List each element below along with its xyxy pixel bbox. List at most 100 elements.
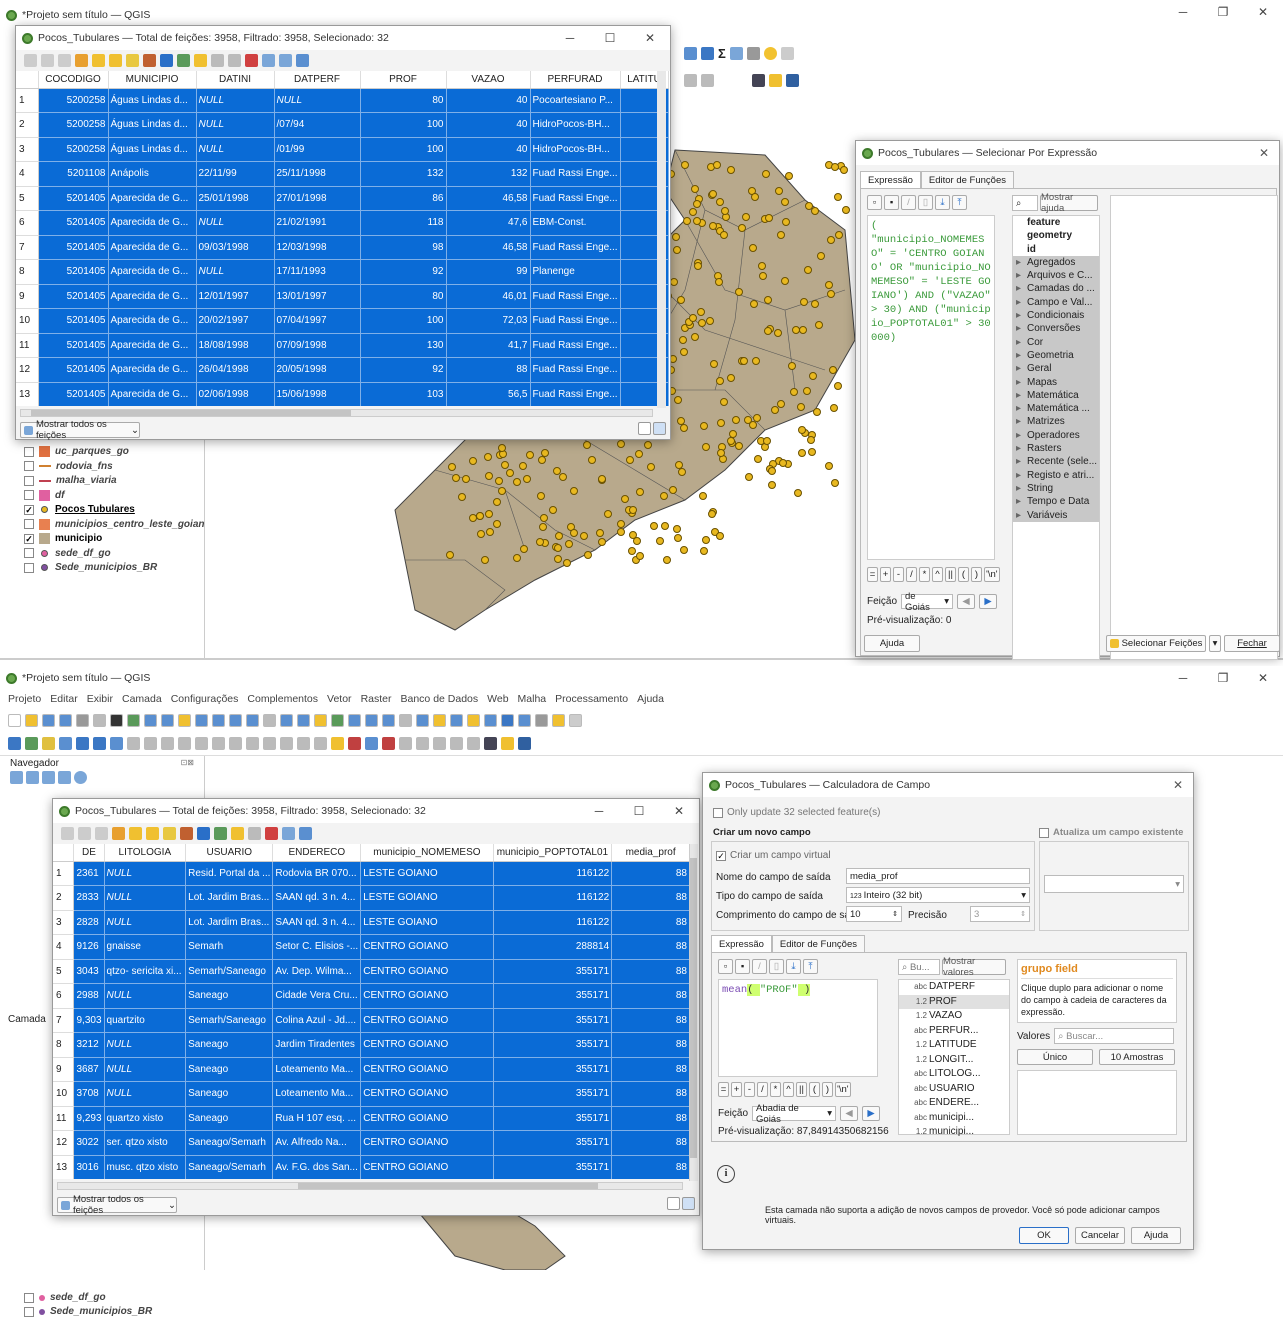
select-expression-icon[interactable] [75, 53, 88, 67]
toolbar-icon[interactable] [399, 713, 412, 727]
table-cell[interactable]: 130 [360, 333, 447, 358]
tab-expression[interactable]: Expressão [860, 171, 921, 189]
help-button[interactable]: Ajuda [864, 635, 920, 652]
field-list[interactable]: abc DATPERF 1.2 PROF 1.2 VAZAO abc PERFUR... 1.2… [898, 979, 1010, 1137]
table-cell[interactable]: 2828 [73, 910, 105, 935]
table-cell[interactable]: NULL [196, 112, 275, 138]
layer-item[interactable]: ✓ municipio [24, 533, 102, 544]
table-cell[interactable]: Águas Lindas d... [108, 88, 197, 113]
function-group[interactable]: Camadas do ... [1013, 282, 1099, 296]
toolbar-icon[interactable] [467, 713, 480, 727]
help-button[interactable]: Ajuda [1131, 1227, 1181, 1244]
search-icon[interactable]: ⌕ [1012, 195, 1038, 211]
table-cell[interactable]: 07/09/1998 [274, 333, 361, 358]
toolbar-icon[interactable] [467, 737, 480, 750]
table-row[interactable]: 3 2828 NULL Lot. Jardim Bras... SAAN qd. 3 n… [53, 910, 690, 935]
column-header[interactable]: DATINI [196, 71, 275, 89]
save-icon[interactable]: ▪ [884, 195, 899, 210]
table-row[interactable]: 9 5201405 Aparecida de G... 12/01/1997 13/01… [16, 284, 669, 309]
layer-checkbox[interactable] [24, 475, 34, 486]
table-row[interactable]: 3 5200258 Águas Lindas d... NULL/01/99 100 40… [16, 137, 669, 162]
delete-field-icon[interactable] [245, 53, 258, 67]
table-cell[interactable]: 88 [611, 1155, 690, 1179]
toolbar-icon[interactable] [212, 713, 225, 727]
table-cell[interactable]: 80 [360, 284, 447, 309]
attr-vertical-scrollbar[interactable] [689, 844, 698, 1181]
table-cell[interactable]: Anápolis [108, 161, 197, 187]
toolbar-icon[interactable] [161, 713, 174, 727]
toolbar-icon[interactable] [433, 737, 446, 750]
row-number[interactable]: 10 [16, 308, 39, 334]
attr-horizontal-scrollbar[interactable] [20, 409, 653, 417]
table-cell[interactable]: Águas Lindas d... [108, 137, 197, 162]
column-header[interactable]: DATPERF [274, 71, 361, 89]
table-cell[interactable]: CENTRO GOIANO [360, 1008, 494, 1033]
function-group[interactable]: Conversões [1013, 322, 1099, 336]
ruler-icon[interactable] [746, 47, 760, 60]
table-row[interactable]: 4 9126 gnaisse Semarh Setor C. Elisios -... C… [53, 934, 690, 960]
row-number[interactable]: 13 [16, 382, 39, 406]
info-icon[interactable] [74, 771, 87, 784]
toolbar-icon[interactable] [76, 713, 89, 727]
toolbar-icon[interactable] [280, 713, 293, 727]
layer-item[interactable]: Sede_municipios_BR [24, 1306, 152, 1317]
table-row[interactable]: 5 3043 qtzo- sericita xi... Semarh/Saneago A… [53, 959, 690, 984]
table-cell[interactable]: Fuad Rassi Enge... [530, 382, 621, 406]
table-cell[interactable]: Fuad Rassi Enge... [530, 186, 621, 211]
table-row[interactable]: 12 5201405 Aparecida de G... 26/04/1998 20/0… [16, 357, 669, 383]
toolbar-icon[interactable] [59, 713, 72, 727]
table-row[interactable]: 8 5201405 Aparecida de G... NULL 17/11/1993 9… [16, 259, 669, 285]
table-cell[interactable]: 18/08/1998 [196, 333, 275, 358]
toolbar-icon[interactable] [501, 713, 514, 727]
row-number[interactable]: 3 [16, 137, 39, 162]
toolbar-icon[interactable] [701, 74, 714, 87]
table-cell[interactable]: 40 [446, 88, 531, 113]
refresh-icon[interactable] [95, 826, 108, 840]
save-icon[interactable] [41, 53, 54, 67]
function-list[interactable]: featuregeometryidAgregadosArquivos e C..… [1012, 215, 1100, 660]
table-cell[interactable]: Pocoartesiano P... [530, 88, 621, 113]
table-cell[interactable]: Águas Lindas d... [108, 112, 197, 138]
table-cell[interactable]: musc. qtzo xisto [104, 1155, 187, 1179]
delete-icon[interactable]: ▯ [769, 959, 784, 974]
paste-icon[interactable] [228, 53, 241, 67]
table-cell[interactable]: NULL [104, 861, 187, 886]
toolbar-icon[interactable] [365, 737, 378, 750]
table-cell[interactable]: 5200258 [38, 137, 109, 162]
table-cell[interactable]: 27/01/1998 [274, 186, 361, 211]
table-cell[interactable]: LESTE GOIANO [360, 861, 494, 886]
toolbar-icon[interactable] [229, 713, 242, 727]
table-cell[interactable]: Saneago/Semarh [185, 1155, 274, 1179]
table-cell[interactable]: 116122 [493, 885, 613, 911]
menu-item[interactable]: Web [487, 693, 508, 705]
delete-icon[interactable]: ▯ [918, 195, 933, 210]
table-cell[interactable]: 5201405 [38, 308, 109, 334]
table-cell[interactable]: 9,303 [73, 1008, 105, 1033]
table-cell[interactable]: 100 [360, 308, 447, 334]
show-all-features-dropdown[interactable]: Mostrar todos os feições ⌄ [20, 419, 140, 441]
table-cell[interactable]: 3043 [73, 959, 105, 984]
filter-icon[interactable] [42, 771, 55, 784]
table-cell[interactable]: CENTRO GOIANO [360, 1057, 494, 1082]
table-cell[interactable]: CENTRO GOIANO [360, 959, 494, 984]
table-cell[interactable]: 100 [360, 112, 447, 138]
table-row[interactable]: 9 3687 NULL Saneago Loteamento Ma... CENTRO G… [53, 1057, 690, 1082]
table-cell[interactable]: 86 [360, 186, 447, 211]
toolbar-icon[interactable] [8, 737, 21, 750]
field-item[interactable]: abc DATPERF [899, 980, 1009, 995]
update-existing-checkbox[interactable] [1039, 827, 1049, 838]
table-cell[interactable]: 288814 [493, 934, 613, 960]
operator-button[interactable]: || [945, 567, 956, 582]
layer-item[interactable]: ✓ Pocos Tubulares [24, 504, 135, 515]
table-cell[interactable]: Av. Alfredo Na... [272, 1130, 362, 1156]
table-cell[interactable]: NULL [196, 88, 275, 113]
restore-icon[interactable]: ❐ [1203, 0, 1243, 24]
table-cell[interactable]: 100 [360, 137, 447, 162]
toolbar-icon[interactable] [314, 713, 327, 727]
layer-checkbox[interactable] [24, 548, 34, 558]
table-cell[interactable]: 355171 [493, 1032, 613, 1058]
previous-feature-icon[interactable]: ◀ [957, 594, 976, 609]
form-view-icon[interactable] [638, 422, 651, 435]
table-cell[interactable]: Fuad Rassi Enge... [530, 308, 621, 334]
close-icon[interactable]: ✕ [1173, 778, 1183, 792]
